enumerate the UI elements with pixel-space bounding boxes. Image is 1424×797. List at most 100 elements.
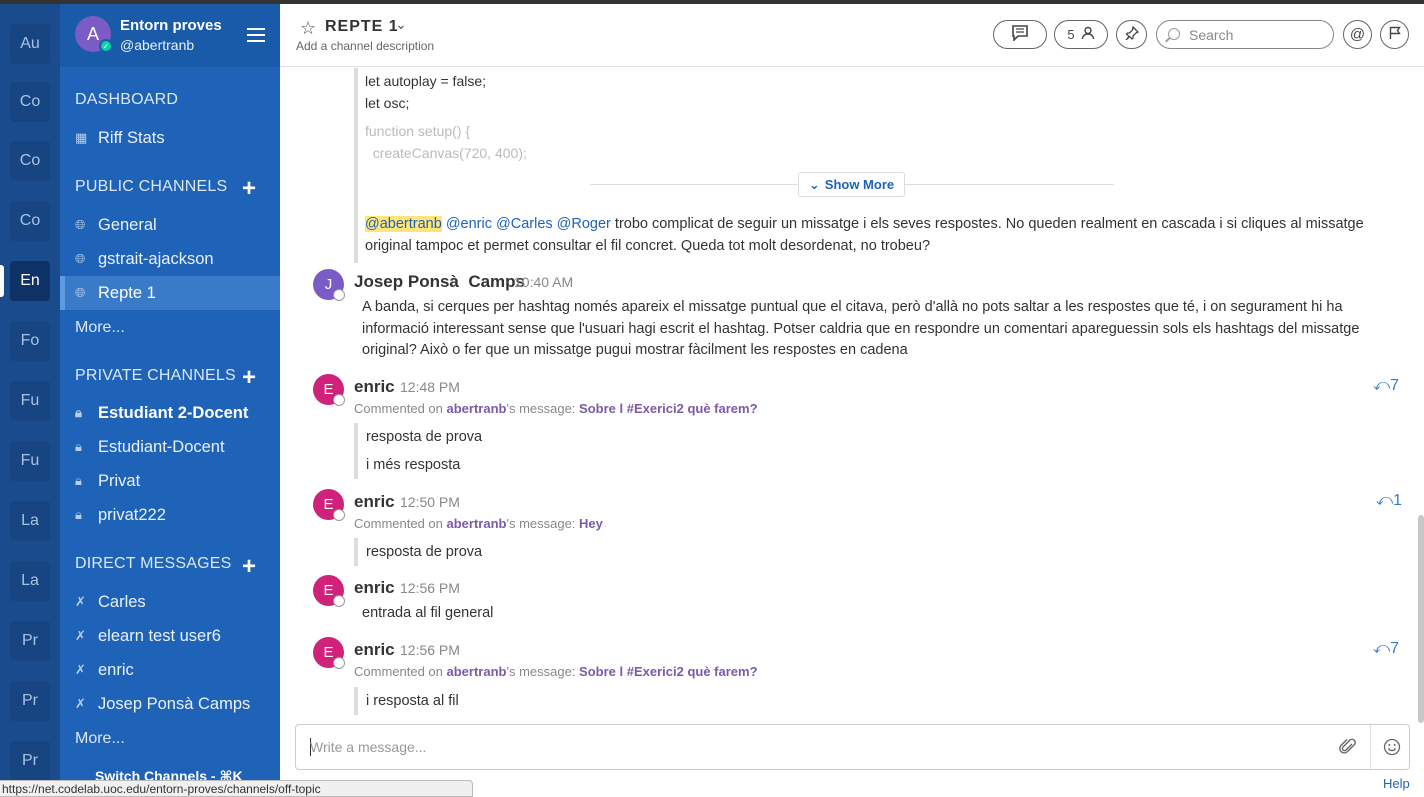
sidebar-item-private[interactable]: 🔒︎ Estudiant 2-Docent — [60, 396, 280, 430]
message-placeholder: Write a message... — [310, 739, 427, 755]
message-username[interactable]: enric — [354, 492, 395, 512]
sidebar-item-dm[interactable]: ✗ Josep Ponsà Camps — [60, 687, 280, 721]
message-input[interactable]: Write a message... — [295, 724, 1410, 770]
commented-link[interactable]: Hey — [579, 516, 603, 531]
quote-bar — [354, 68, 358, 263]
username: @abertranb — [120, 37, 195, 53]
avatar[interactable]: E — [313, 374, 345, 406]
add-direct-message-icon[interactable]: + — [242, 555, 256, 579]
pin-icon — [1125, 25, 1139, 43]
commented-user[interactable]: abertranb — [447, 516, 507, 531]
message-username[interactable]: enric — [354, 377, 395, 397]
sidebar-item-dm[interactable]: ✗ elearn test user6 — [60, 619, 280, 653]
message-username[interactable]: Josep Ponsà Camps — [354, 272, 525, 292]
message-username[interactable]: enric — [354, 578, 395, 598]
reply-quote: i resposta al fil — [354, 687, 459, 715]
pinned-posts-button[interactable] — [1116, 20, 1147, 49]
add-private-channel-icon[interactable]: + — [242, 366, 256, 390]
chevron-down-icon[interactable]: ⌄ — [395, 16, 407, 33]
team-button[interactable]: Co — [10, 201, 50, 241]
sidebar-item-private[interactable]: 🔒︎ Privat — [60, 464, 280, 498]
channel-info-button[interactable] — [993, 20, 1047, 49]
scrollbar[interactable] — [1418, 515, 1424, 723]
avatar[interactable]: E — [313, 489, 345, 521]
flagged-posts-button[interactable] — [1380, 20, 1409, 49]
message-text: A banda, si cerques per hashtag només ap… — [362, 299, 1360, 358]
add-public-channel-icon[interactable]: + — [242, 177, 256, 201]
sidebar-header: A ✓ Entorn proves @abertranb — [60, 4, 280, 67]
team-button[interactable]: Fu — [10, 381, 50, 421]
team-button[interactable]: Pr — [10, 681, 50, 721]
team-button[interactable]: Pr — [10, 741, 50, 781]
mention[interactable]: @Carles — [496, 216, 553, 232]
avatar[interactable]: E — [313, 637, 345, 669]
avatar[interactable]: J — [313, 269, 345, 301]
message-time[interactable]: 12:50 PM — [400, 494, 460, 510]
sidebar-item-dm[interactable]: ✗ enric — [60, 653, 280, 687]
commented-user[interactable]: abertranb — [447, 664, 507, 679]
sidebar-item-channel[interactable]: 🌐︎ General — [60, 208, 280, 242]
team-button[interactable]: Fu — [10, 441, 50, 481]
message-time[interactable]: 12:56 PM — [400, 642, 460, 658]
team-button[interactable]: La — [10, 501, 50, 541]
browser-status-url: https://net.codelab.uoc.edu/entorn-prove… — [0, 780, 473, 797]
avatar[interactable]: E — [313, 575, 345, 607]
sidebar-item-private[interactable]: 🔒︎ Estudiant-Docent — [60, 430, 280, 464]
reply-line: resposta de prova — [366, 544, 483, 560]
reply-count-value: 7 — [1390, 377, 1400, 394]
team-button[interactable]: Co — [10, 82, 50, 122]
sidebar-item-label: Estudiant-Docent — [98, 437, 225, 456]
mentions-button[interactable]: @ — [1343, 20, 1372, 49]
reply-count[interactable]: ⤺7 — [1373, 640, 1399, 658]
team-button[interactable]: La — [10, 561, 50, 601]
commented-link[interactable]: Sobre l #Exerici2 què farem? — [579, 664, 757, 679]
sidebar-item-channel-active[interactable]: 🌐︎ Repte 1 — [60, 276, 280, 310]
code-line: function setup() { — [365, 123, 471, 139]
more-public-channels-link[interactable]: More... — [75, 319, 125, 337]
commented-user[interactable]: abertranb — [447, 401, 507, 416]
sidebar-item-label: Riff Stats — [98, 128, 165, 147]
message-time[interactable]: 12:48 PM — [400, 379, 460, 395]
sidebar-item-dm[interactable]: ✗ Carles — [60, 585, 280, 619]
status-icon — [333, 657, 345, 669]
channel-description[interactable]: Add a channel description — [296, 39, 434, 53]
message-time[interactable]: 12:56 PM — [400, 580, 460, 596]
mention[interactable]: @enric — [446, 216, 492, 232]
message-username[interactable]: enric — [354, 640, 395, 660]
emoji-icon[interactable] — [1383, 738, 1401, 761]
favorite-star-icon[interactable]: ☆ — [300, 18, 316, 39]
help-link[interactable]: Help — [1383, 776, 1410, 791]
team-button-active[interactable]: En — [0, 261, 50, 301]
team-button[interactable]: Fo — [10, 321, 50, 361]
private-channels-heading: PRIVATE CHANNELS — [75, 367, 236, 384]
sidebar-item-private[interactable]: 🔒︎ privat222 — [60, 498, 280, 532]
code-line: let osc; — [365, 95, 410, 111]
hamburger-menu-icon[interactable] — [247, 28, 265, 42]
status-icon — [333, 289, 345, 301]
search-input[interactable]: Search — [1156, 20, 1334, 49]
commented-link[interactable]: Sobre l #Exerici2 què farem? — [579, 401, 757, 416]
status-icon — [333, 595, 345, 607]
member-list-button[interactable]: 5 — [1054, 20, 1108, 49]
sidebar-item-label: General — [98, 215, 157, 234]
sidebar-item-label: privat222 — [98, 505, 166, 524]
sidebar-item-channel[interactable]: 🌐︎ gstrait-ajackson — [60, 242, 280, 276]
team-button[interactable]: Au — [10, 24, 50, 64]
reply-count[interactable]: ⤺1 — [1376, 492, 1402, 510]
more-direct-messages-link[interactable]: More... — [75, 730, 125, 748]
paperclip-icon[interactable] — [1339, 738, 1357, 761]
team-button[interactable]: Pr — [10, 621, 50, 661]
show-more-button[interactable]: ⌄ Show More — [798, 172, 905, 197]
offline-user-icon: ✗ — [75, 628, 86, 643]
mention[interactable]: @abertranb — [365, 216, 442, 232]
reply-icon: ⤺ — [1376, 492, 1394, 509]
channel-title[interactable]: REPTE 1 — [325, 18, 399, 36]
mention[interactable]: @Roger — [557, 216, 611, 232]
team-button[interactable]: Co — [10, 141, 50, 181]
commented-mid: 's message: — [506, 401, 580, 416]
search-icon — [1168, 28, 1180, 40]
message-time[interactable]: 10:40 AM — [514, 274, 573, 290]
reply-quote: resposta de prova — [354, 538, 482, 566]
reply-count[interactable]: ⤺7 — [1373, 377, 1399, 395]
sidebar-item-riff-stats[interactable]: ▦ Riff Stats — [60, 121, 280, 155]
